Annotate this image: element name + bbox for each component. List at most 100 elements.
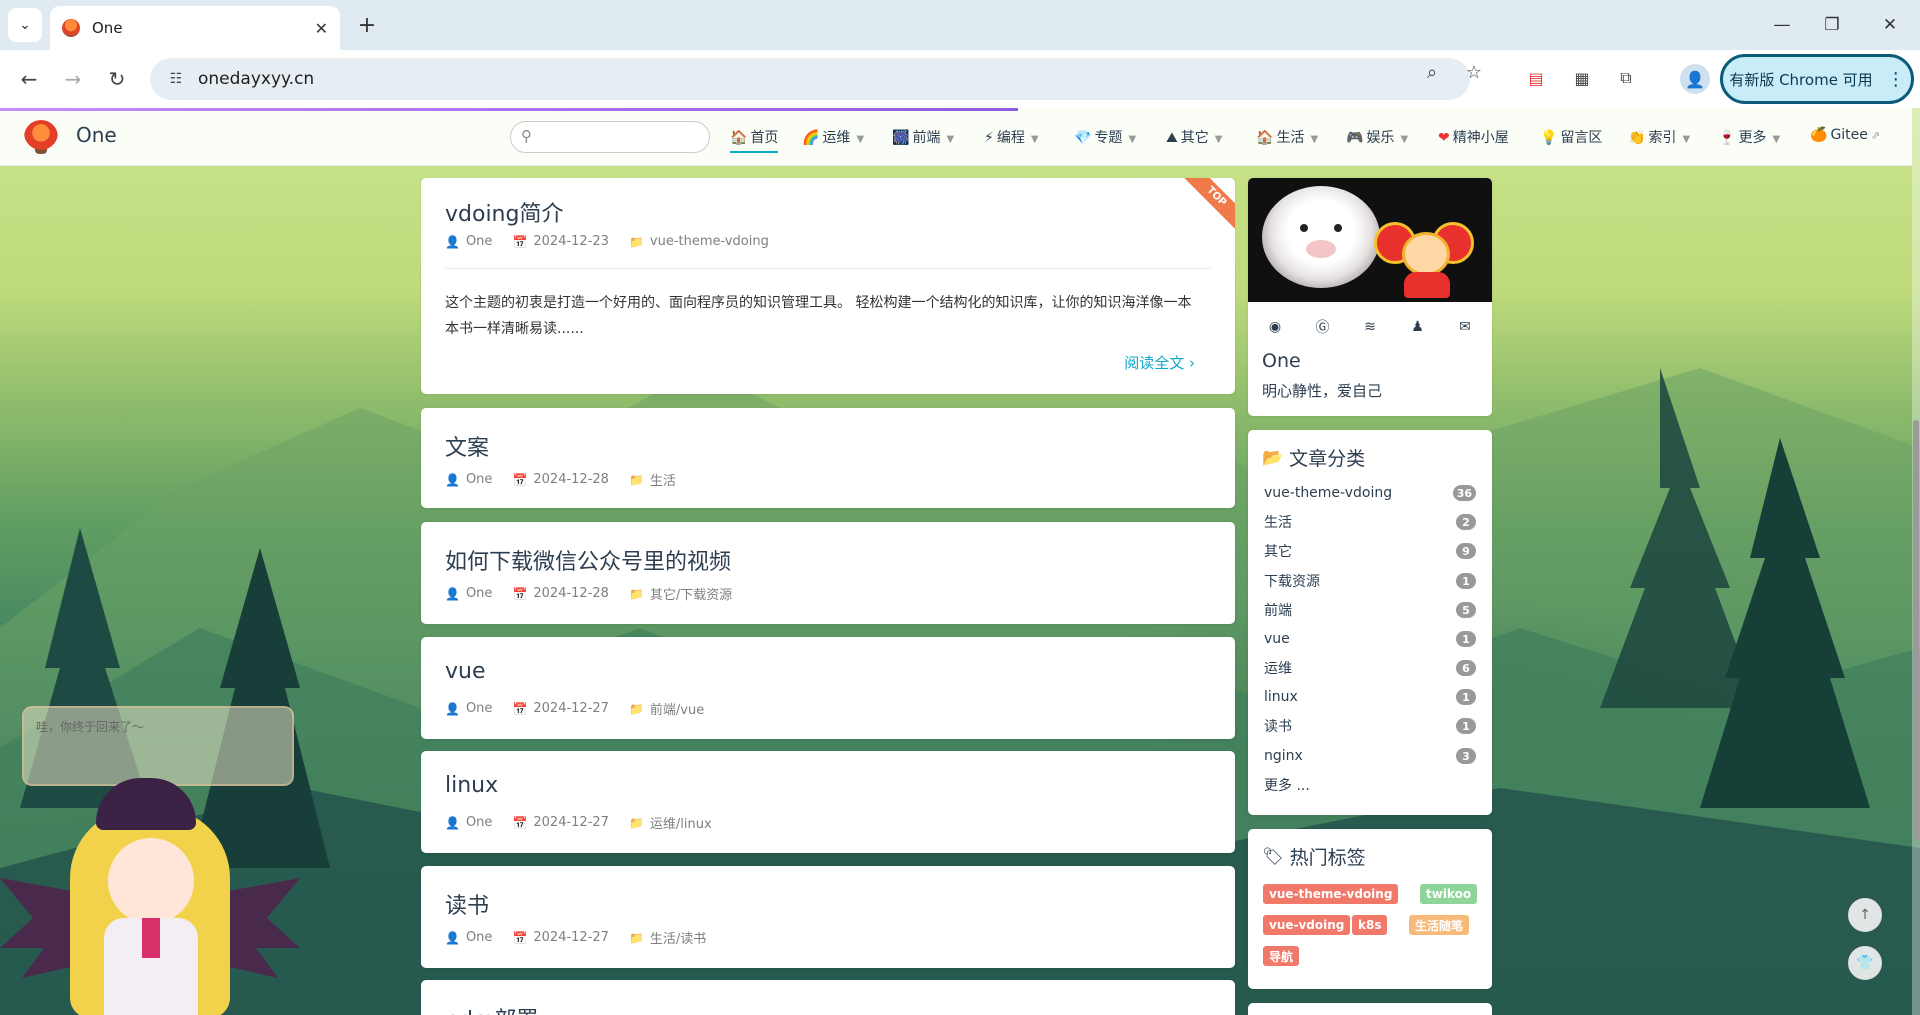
nav-item-ops[interactable]: 🌈 运维 ▼ xyxy=(802,127,864,147)
scrollbar-thumb[interactable] xyxy=(1913,420,1919,840)
window-restore-button[interactable]: ❐ xyxy=(1812,10,1852,40)
address-url[interactable]: onedayxyy.cn xyxy=(198,69,314,89)
post-author[interactable]: 👤 One xyxy=(445,586,492,601)
window-close-button[interactable]: ✕ xyxy=(1870,10,1910,40)
profile-avatar-icon[interactable]: 👤 xyxy=(1680,64,1710,94)
tag-item[interactable]: vue-vdoing xyxy=(1263,915,1351,935)
tab-close-icon[interactable]: ✕ xyxy=(315,19,328,38)
tag-item[interactable]: 导航 xyxy=(1263,946,1300,966)
post-category[interactable]: 📁 vue-theme-vdoing xyxy=(629,234,769,249)
site-name[interactable]: One xyxy=(76,123,117,147)
rat-mascot-image xyxy=(1374,216,1474,298)
new-tab-button[interactable]: + xyxy=(352,10,382,40)
category-item[interactable]: linux 1 xyxy=(1264,686,1476,708)
category-item[interactable]: 生活 2 xyxy=(1264,511,1476,533)
browser-tab[interactable]: One ✕ xyxy=(50,6,340,50)
forward-button[interactable]: → xyxy=(58,64,88,94)
category-item[interactable]: vue 1 xyxy=(1264,628,1476,650)
nav-item-guestbook[interactable]: 💡 留言区 xyxy=(1540,127,1602,147)
post-title[interactable]: linux xyxy=(445,773,498,798)
category-item[interactable]: 运维 6 xyxy=(1264,657,1476,679)
qr-code-icon[interactable]: ▦ xyxy=(1570,66,1594,90)
post-title[interactable]: 读书 xyxy=(445,888,489,920)
page-scrollbar[interactable] xyxy=(1912,108,1920,1015)
category-item[interactable]: vue-theme-vdoing 36 xyxy=(1264,482,1476,504)
gitee-icon[interactable]: Ⓖ xyxy=(1312,316,1334,338)
tag-icon: 🏷 xyxy=(1262,846,1284,867)
post-title[interactable]: pdm部署 xyxy=(445,1002,538,1015)
mountain-icon: ⛰ xyxy=(1166,130,1178,146)
tag-item[interactable]: k8s xyxy=(1352,915,1388,935)
category-item[interactable]: 读书 1 xyxy=(1264,715,1476,737)
folder-icon: 📁 xyxy=(628,234,644,249)
nav-item-frontend[interactable]: 🎆 前端 ▼ xyxy=(892,127,954,147)
site-navbar: One ⚲ 🏠 首页 🌈 运维 ▼ 🎆 前端 ▼ ⚡ 编程 ▼ 💎 专题 ▼ ⛰ 其它 ▼ 🏠 生活 ▼ … xyxy=(0,108,1912,166)
back-to-top-button[interactable]: ↑ xyxy=(1848,898,1882,932)
category-item[interactable]: 前端 5 xyxy=(1264,599,1476,621)
post-title[interactable]: vue xyxy=(445,659,486,684)
post-author[interactable]: 👤 One xyxy=(445,701,492,716)
home-icon: 🏠 xyxy=(730,130,748,146)
category-item[interactable]: nginx 3 xyxy=(1264,745,1476,767)
nav-item-label: 留言区 xyxy=(1560,130,1603,146)
calendar-icon: 📅 xyxy=(512,234,528,249)
reload-button[interactable]: ↻ xyxy=(102,64,132,94)
tag-item[interactable]: vue-theme-vdoing xyxy=(1263,884,1399,904)
post-category[interactable]: 📁 生活/读书 xyxy=(629,928,706,948)
post-title[interactable]: 文案 xyxy=(445,430,489,462)
nav-item-more[interactable]: 🍷 更多 ▼ xyxy=(1718,127,1780,147)
extensions-puzzle-icon[interactable]: ⧉ xyxy=(1614,66,1638,90)
nav-item-home[interactable]: 🏠 首页 xyxy=(730,127,779,153)
site-info-icon[interactable]: ☷ xyxy=(166,69,186,89)
post-author[interactable]: 👤 One xyxy=(445,234,492,249)
nav-item-label: 前端 xyxy=(912,130,941,146)
nav-item-other[interactable]: ⛰ 其它 ▼ xyxy=(1166,127,1222,147)
post-category[interactable]: 📁 其它/下载资源 xyxy=(629,584,732,604)
nav-item-gitee[interactable]: 🍊 Gitee ⇗ xyxy=(1810,127,1880,143)
post-category[interactable]: 📁 前端/vue xyxy=(629,699,704,719)
site-favicon-icon xyxy=(62,19,80,37)
tab-search-button[interactable]: ⌄ xyxy=(8,8,42,42)
extension-notes-icon[interactable]: ▤ xyxy=(1524,66,1548,90)
nav-item-index[interactable]: 👏 索引 ▼ xyxy=(1628,127,1690,147)
post-category[interactable]: 📁 生活 xyxy=(629,470,676,490)
github-icon[interactable]: ◉ xyxy=(1264,316,1286,338)
nav-item-programming[interactable]: ⚡ 编程 ▼ xyxy=(984,127,1039,147)
post-author[interactable]: 👤 One xyxy=(445,472,492,487)
categories-more-link[interactable]: 更多 ... xyxy=(1264,774,1476,796)
post-date: 📅 2024-12-28 xyxy=(512,472,609,487)
nav-item-entertainment[interactable]: 🎮 娱乐 ▼ xyxy=(1346,127,1408,147)
zoom-icon[interactable]: ⌕ xyxy=(1420,60,1444,84)
back-button[interactable]: ← xyxy=(14,64,44,94)
post-author[interactable]: 👤 One xyxy=(445,815,492,830)
category-name: nginx xyxy=(1264,748,1303,764)
nav-item-topics[interactable]: 💎 专题 ▼ xyxy=(1074,127,1136,147)
qq-icon[interactable]: ♟ xyxy=(1407,316,1429,338)
read-more-link[interactable]: 阅读全文 › xyxy=(1124,352,1195,373)
bookmark-star-icon[interactable]: ☆ xyxy=(1462,60,1486,84)
site-search-box[interactable]: ⚲ xyxy=(510,121,710,153)
nav-item-life[interactable]: 🏠 生活 ▼ xyxy=(1256,127,1318,147)
post-title[interactable]: 如何下载微信公众号里的视频 xyxy=(445,544,731,576)
email-icon[interactable]: ✉ xyxy=(1454,316,1476,338)
chrome-update-button[interactable]: 有新版 Chrome 可用 ⋮ xyxy=(1720,54,1914,104)
rss-icon[interactable]: ≋ xyxy=(1359,316,1381,338)
address-bar[interactable]: ☷ onedayxyy.cn xyxy=(150,58,1470,100)
post-category[interactable]: 📁 运维/linux xyxy=(629,813,712,833)
category-text: 运维/linux xyxy=(649,817,712,832)
more-menu-icon[interactable]: ⋮ xyxy=(1887,69,1905,90)
post-title[interactable]: vdoing简介 xyxy=(445,196,563,228)
live2d-character[interactable] xyxy=(0,768,300,1015)
theme-mode-button[interactable]: 👕 xyxy=(1848,946,1882,980)
site-logo[interactable] xyxy=(24,120,58,154)
category-text: 生活 xyxy=(649,474,676,489)
category-item[interactable]: 其它 9 xyxy=(1264,540,1476,562)
nav-item-spirit-house[interactable]: ❤ 精神小屋 xyxy=(1438,127,1509,147)
site-search-input[interactable] xyxy=(541,127,701,147)
category-item[interactable]: 下载资源 1 xyxy=(1264,570,1476,592)
tag-item[interactable]: 生活随笔 xyxy=(1409,915,1470,935)
tag-item[interactable]: twikoo xyxy=(1420,884,1478,904)
post-author[interactable]: 👤 One xyxy=(445,930,492,945)
date-text: 2024-12-23 xyxy=(533,234,609,249)
window-minimize-button[interactable]: — xyxy=(1762,10,1802,40)
